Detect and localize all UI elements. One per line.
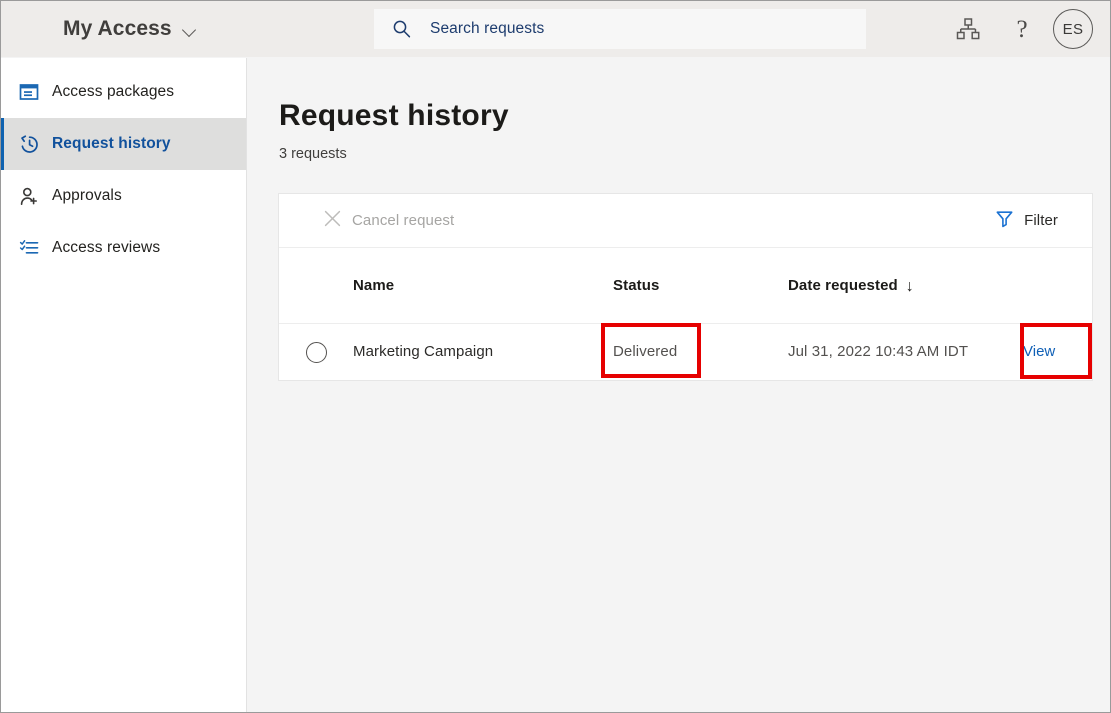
org-hierarchy-icon[interactable] [941, 1, 995, 57]
sidebar-item-access-packages[interactable]: Access packages [1, 66, 246, 118]
row-select-cell [279, 342, 353, 363]
search-input[interactable]: Search requests [374, 9, 866, 49]
column-header-name-label: Name [353, 277, 613, 294]
person-add-icon [18, 185, 40, 207]
command-bar-left: Cancel request [311, 201, 466, 241]
date-requested: Jul 31, 2022 10:43 AM IDT [788, 343, 968, 360]
table-header-row: Name Status Date requested ↓ [279, 248, 1092, 324]
sort-descending-icon[interactable]: ↓ [906, 279, 914, 295]
package-box-icon [18, 81, 40, 103]
command-bar-right: Filter [983, 201, 1070, 241]
question-mark-icon[interactable]: ? [995, 1, 1049, 57]
sidebar-item-access-reviews[interactable]: Access reviews [1, 222, 246, 274]
sidebar-item-approvals[interactable]: Approvals [1, 170, 246, 222]
sidebar-item-label: Request history [52, 135, 171, 153]
filter-button[interactable]: Filter [983, 201, 1070, 241]
search-icon [392, 19, 412, 39]
column-header-date-label: Date requested [788, 277, 898, 294]
request-name: Marketing Campaign [353, 343, 493, 360]
cancel-request-button[interactable]: Cancel request [311, 201, 466, 241]
sidebar-item-request-history[interactable]: Request history [1, 118, 246, 170]
cancel-request-label: Cancel request [352, 212, 454, 229]
cell-date-requested: Jul 31, 2022 10:43 AM IDT [788, 343, 1023, 361]
row-radio-button[interactable] [306, 342, 327, 363]
page-title: Request history [279, 99, 1110, 133]
help-glyph: ? [1016, 17, 1027, 42]
column-header-name[interactable]: Name [353, 277, 613, 294]
cell-name: Marketing Campaign [353, 343, 613, 361]
view-link[interactable]: View [1023, 343, 1055, 360]
table-row[interactable]: Marketing Campaign Delivered Jul 31, 202… [279, 324, 1092, 380]
column-header-date-requested[interactable]: Date requested ↓ [788, 277, 1023, 294]
brand-title: My Access [63, 17, 172, 41]
requests-card: Cancel request Filter [278, 193, 1093, 381]
search-placeholder-text: Search requests [430, 20, 544, 38]
avatar[interactable]: ES [1053, 9, 1093, 49]
sidebar: Access packages Request history [1, 58, 247, 712]
clock-history-icon [18, 133, 40, 155]
command-bar: Cancel request Filter [279, 194, 1092, 248]
app-window: My Access Search requests [0, 0, 1111, 713]
avatar-initials: ES [1063, 21, 1084, 38]
chevron-down-icon[interactable] [182, 23, 198, 39]
funnel-filter-icon [995, 209, 1014, 233]
main-content: Request history 3 requests Cancel reques… [248, 58, 1110, 712]
column-header-status[interactable]: Status [613, 277, 788, 294]
sidebar-item-label: Approvals [52, 187, 122, 205]
brand-menu-button[interactable]: My Access [63, 1, 198, 57]
checklist-icon [18, 237, 40, 259]
column-header-status-label: Status [613, 277, 788, 294]
request-count: 3 requests [279, 146, 1110, 162]
status-badge: Delivered [613, 343, 677, 360]
top-header-bar: My Access Search requests [1, 1, 1110, 57]
cell-actions: View [1023, 343, 1092, 361]
sidebar-item-label: Access packages [52, 83, 174, 101]
filter-label: Filter [1024, 212, 1058, 229]
close-x-icon [323, 209, 342, 233]
sidebar-item-label: Access reviews [52, 239, 160, 257]
cell-status: Delivered [613, 343, 788, 361]
header-actions: ? ES [941, 1, 1110, 57]
